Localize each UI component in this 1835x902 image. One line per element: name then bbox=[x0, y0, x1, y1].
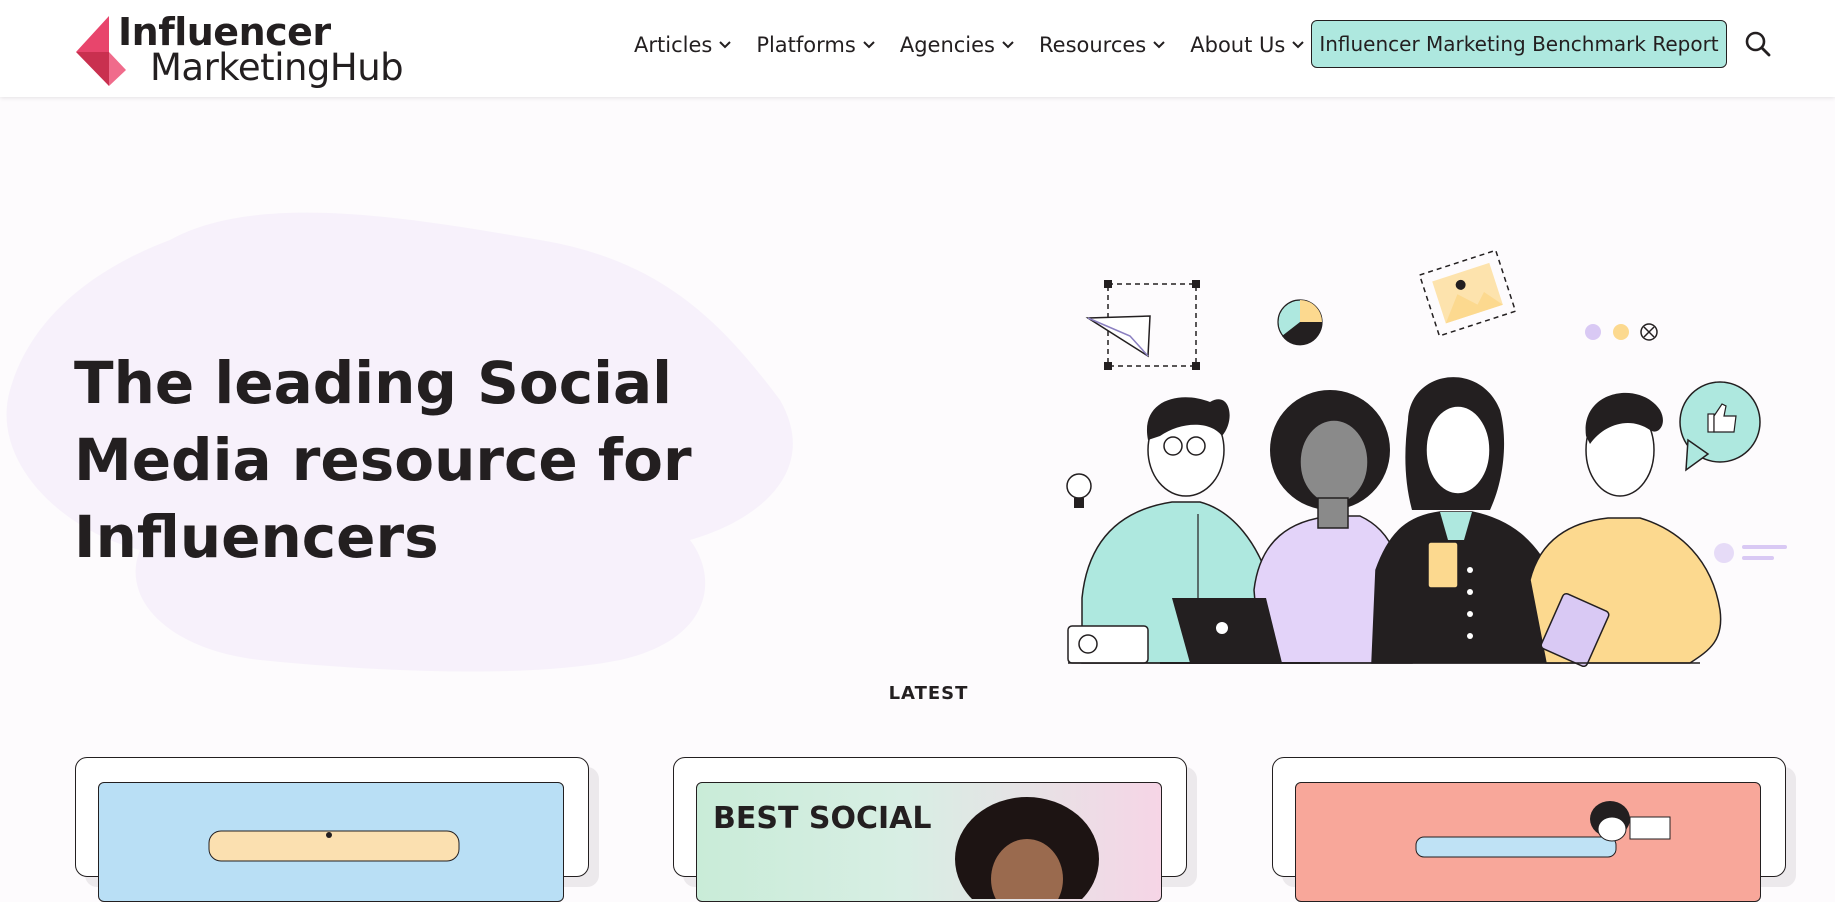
nav-item-articles[interactable]: Articles bbox=[622, 30, 744, 60]
site-logo[interactable]: Influencer MarketingHub bbox=[76, 10, 406, 90]
article-card[interactable]: BEST SOCIAL bbox=[673, 757, 1187, 902]
article-card-image[interactable] bbox=[1295, 782, 1761, 902]
person-photo bbox=[955, 797, 1099, 899]
nav-item-platforms[interactable]: Platforms bbox=[744, 30, 888, 60]
site-header: Influencer MarketingHub Articles Platfor… bbox=[0, 0, 1835, 97]
article-card-image-text: BEST SOCIAL bbox=[713, 801, 932, 836]
nav-item-agencies[interactable]: Agencies bbox=[888, 30, 1027, 60]
thumbs-up-bubble-icon bbox=[1679, 381, 1761, 472]
lightbulb-icon bbox=[1066, 473, 1092, 508]
article-illustration bbox=[1415, 801, 1671, 858]
latest-heading: LATEST bbox=[888, 683, 969, 704]
nav-item-label: Articles bbox=[634, 33, 713, 57]
nav-item-label: About Us bbox=[1190, 33, 1286, 57]
search-icon[interactable] bbox=[1744, 30, 1772, 58]
image-frame-icon bbox=[1418, 249, 1517, 337]
article-card[interactable] bbox=[1272, 757, 1786, 902]
benchmark-report-button[interactable]: Influencer Marketing Benchmark Report bbox=[1311, 20, 1727, 68]
article-card-image[interactable] bbox=[98, 782, 564, 902]
nav-item-about-us[interactable]: About Us bbox=[1178, 30, 1317, 60]
main-nav: Articles Platforms Agencies Resources Ab… bbox=[622, 30, 1317, 60]
chevron-down-icon bbox=[1152, 40, 1166, 50]
article-card[interactable] bbox=[75, 757, 589, 902]
nav-item-label: Platforms bbox=[756, 33, 856, 57]
hero-title: The leading Social Media resource for In… bbox=[74, 349, 692, 571]
chevron-down-icon bbox=[862, 40, 876, 50]
dash-lines-icon bbox=[1714, 543, 1787, 563]
chevron-down-icon bbox=[1001, 40, 1015, 50]
paper-plane-icon bbox=[1085, 280, 1200, 370]
article-illustration bbox=[208, 830, 460, 862]
window-dots-icon bbox=[1585, 323, 1658, 341]
chevron-down-icon bbox=[1291, 40, 1305, 50]
team-illustration bbox=[1066, 249, 1787, 668]
nav-item-label: Agencies bbox=[899, 33, 995, 57]
person-woman-figure bbox=[1371, 377, 1561, 664]
logo-text-line2: MarketingHub bbox=[150, 46, 404, 89]
chevron-down-icon bbox=[718, 40, 732, 50]
nav-item-label: Resources bbox=[1039, 33, 1147, 57]
article-card-image[interactable]: BEST SOCIAL bbox=[696, 782, 1162, 902]
pie-chart-icon bbox=[1277, 299, 1323, 346]
nav-item-resources[interactable]: Resources bbox=[1027, 30, 1178, 60]
